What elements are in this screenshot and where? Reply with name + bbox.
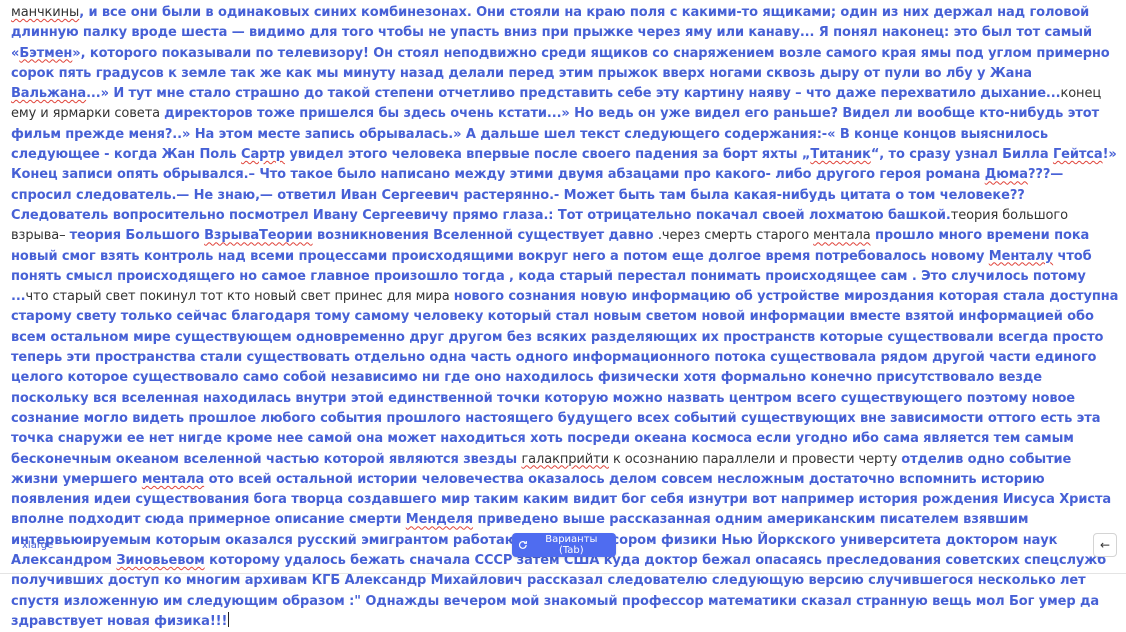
- misspelled-word: Сартр: [241, 147, 285, 163]
- misspelled-word: Гейтса: [1052, 147, 1103, 163]
- divider: [0, 573, 1126, 574]
- misspelled-word: Вальжана: [11, 86, 87, 102]
- text-segment: », которого показывали по телевизору! Он…: [11, 45, 1110, 81]
- misspelled-word: ментала: [813, 228, 871, 244]
- text-segment: что старый свет покинул тот кто новый св…: [25, 289, 454, 305]
- variants-button-label: Варианты (Tab): [545, 534, 598, 556]
- misspelled-word: ВзрываТеории: [204, 228, 313, 244]
- misspelled-word: Зиновьевом: [116, 553, 205, 569]
- text-segment: возникновения Вселенной существует давно: [312, 228, 658, 244]
- misspelled-word: галакприйти: [521, 451, 609, 467]
- misspelled-word: Бэтмен: [19, 45, 73, 61]
- misspelled-word: Дюма: [984, 167, 1028, 183]
- misspelled-word: манчкины: [11, 5, 80, 20]
- text-segment: нового сознания новую информацию об устр…: [11, 289, 1119, 467]
- arrow-left-icon: ←: [1099, 538, 1111, 552]
- text-segment: увидел этого человека впервые после свое…: [285, 147, 811, 163]
- refresh-icon: [518, 541, 527, 549]
- misspelled-word: Титаник: [810, 147, 871, 163]
- text-segment: к осознанию параллели и провести черту: [608, 451, 902, 467]
- back-button[interactable]: ←: [1093, 533, 1117, 557]
- misspelled-word: Менталу: [988, 248, 1054, 264]
- text-segment: “, то сразу узнал Билла: [870, 147, 1053, 163]
- text-segment: теория Большого: [69, 228, 205, 244]
- text-segment: ...» И тут мне стало страшно до такой ст…: [86, 86, 1061, 102]
- variants-button[interactable]: Варианты (Tab): [512, 533, 616, 557]
- misspelled-word: ментала: [141, 471, 205, 487]
- model-size-label: xlarge: [22, 540, 54, 551]
- misspelled-word: Менделя: [405, 512, 474, 528]
- text-segment: .через смерть старого: [657, 228, 814, 244]
- text-caret: [228, 611, 230, 627]
